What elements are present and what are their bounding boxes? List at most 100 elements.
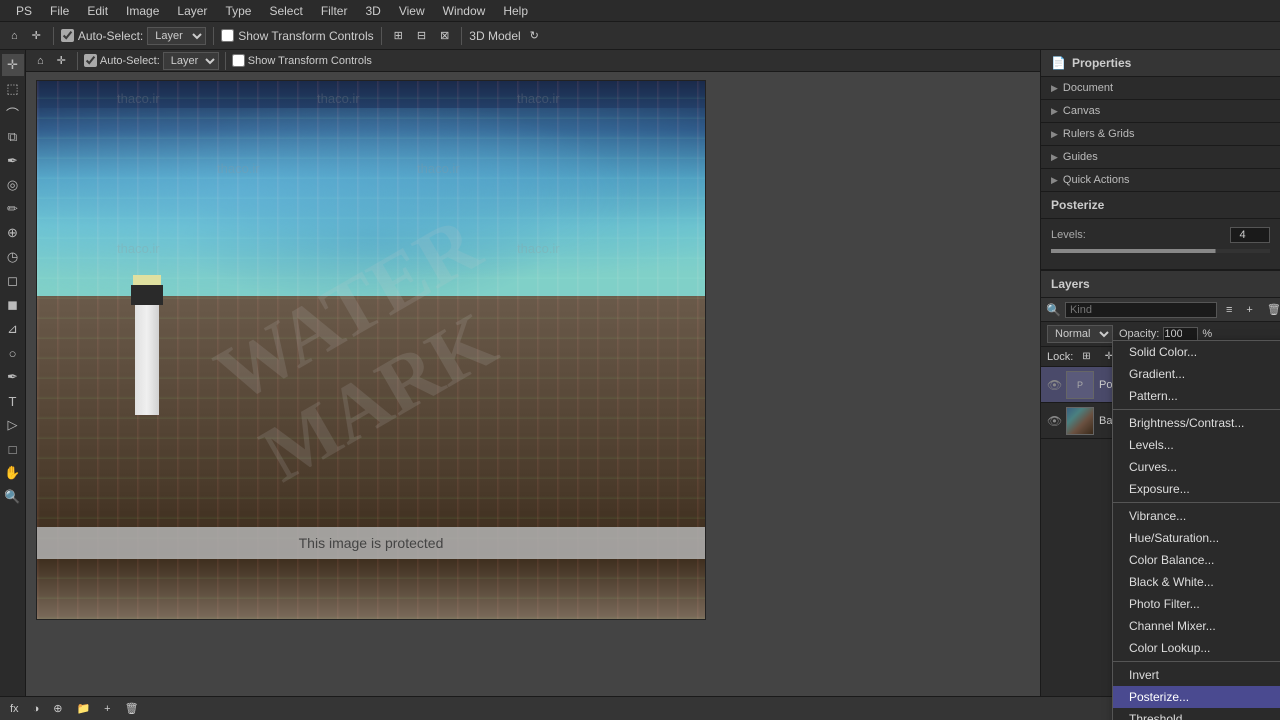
clone-tool[interactable]: ⊕ [2, 222, 24, 244]
auto-select-checkbox[interactable] [61, 29, 74, 42]
posterize-title: Posterize [1051, 198, 1104, 212]
layers-delete-btn[interactable]: 🗑 [1262, 301, 1280, 318]
blend-mode-select[interactable]: Normal Multiply Screen Overlay [1047, 325, 1113, 343]
move-tool[interactable]: ✛ [2, 54, 24, 76]
layers-search-icon: 🔍 [1046, 303, 1061, 317]
eraser-tool[interactable]: ◻ [2, 270, 24, 292]
menu-hue-saturation[interactable]: Hue/Saturation... [1113, 527, 1280, 549]
inner-home-btn[interactable]: ⌂ [32, 53, 49, 69]
menu-levels[interactable]: Levels... [1113, 434, 1280, 456]
menu-color-balance[interactable]: Color Balance... [1113, 549, 1280, 571]
menu-pattern[interactable]: Pattern... [1113, 385, 1280, 407]
lasso-tool[interactable]: ⌒ [2, 102, 24, 124]
quick-actions-label: Quick Actions [1063, 174, 1130, 186]
inner-auto-select[interactable] [84, 54, 97, 67]
zoom-tool[interactable]: 🔍 [2, 486, 24, 508]
menu-gradient[interactable]: Gradient... [1113, 363, 1280, 385]
layer-group-btn[interactable]: 📁 [71, 700, 95, 717]
menu-threshold[interactable]: Threshold... [1113, 708, 1280, 720]
menu-photo-filter[interactable]: Photo Filter... [1113, 593, 1280, 615]
canvas-section-header[interactable]: ▶ Canvas [1041, 100, 1280, 122]
layer-mask-btn[interactable]: ◑ [28, 701, 45, 717]
gradient-tool[interactable]: ◼ [2, 294, 24, 316]
inner-auto-label: Auto-Select: [100, 55, 160, 67]
menu-ps[interactable]: PS [8, 2, 40, 20]
inner-transform-check[interactable] [232, 54, 245, 67]
path-tool[interactable]: ▷ [2, 414, 24, 436]
heal-tool[interactable]: ◎ [2, 174, 24, 196]
menu-edit[interactable]: Edit [79, 2, 116, 20]
layer-new-btn[interactable]: + [99, 701, 115, 717]
guides-label: Guides [1063, 151, 1098, 163]
menu-posterize[interactable]: Posterize... [1113, 686, 1280, 708]
menu-layer[interactable]: Layer [169, 2, 215, 20]
menu-black-white[interactable]: Black & White... [1113, 571, 1280, 593]
levels-input[interactable] [1230, 227, 1270, 243]
align-left-btn[interactable]: ⊞ [389, 27, 408, 44]
dropdown-divider-3 [1113, 661, 1280, 662]
align-right-btn[interactable]: ⊠ [435, 27, 454, 44]
menu-select[interactable]: Select [261, 2, 310, 20]
dropdown-divider-2 [1113, 502, 1280, 503]
layer-fx-btn[interactable]: fx [5, 701, 24, 717]
main-toolbar: ⌂ ✛ Auto-Select: Layer Group Show Transf… [0, 22, 1280, 50]
history-tool[interactable]: ◷ [2, 246, 24, 268]
guides-section-header[interactable]: ▶ Guides [1041, 146, 1280, 168]
canvas-area[interactable]: ⌂ ✛ Auto-Select: Layer Show Transform Co… [26, 50, 1040, 720]
menu-help[interactable]: Help [495, 2, 536, 20]
properties-icon: 📄 [1051, 56, 1066, 70]
layer-eye-posterize[interactable]: 👁 [1047, 378, 1061, 392]
menu-channel-mixer[interactable]: Channel Mixer... [1113, 615, 1280, 637]
menu-exposure[interactable]: Exposure... [1113, 478, 1280, 500]
type-tool[interactable]: T [2, 390, 24, 412]
opacity-input[interactable] [1163, 327, 1198, 341]
menu-color-lookup[interactable]: Color Lookup... [1113, 637, 1280, 659]
align-center-btn[interactable]: ⊟ [412, 27, 431, 44]
layer-adj-btn[interactable]: ⊕ [48, 700, 67, 717]
selection-tool[interactable]: ⬚ [2, 78, 24, 100]
quick-actions-header[interactable]: ▶ Quick Actions [1041, 169, 1280, 191]
transform-controls-label: Show Transform Controls [238, 29, 373, 43]
inner-layer-select[interactable]: Layer [163, 52, 219, 70]
menu-window[interactable]: Window [435, 2, 494, 20]
menu-curves[interactable]: Curves... [1113, 456, 1280, 478]
brush-tool[interactable]: ✏ [2, 198, 24, 220]
menu-brightness-contrast[interactable]: Brightness/Contrast... [1113, 412, 1280, 434]
tools-panel: ✛ ⬚ ⌒ ⧉ ✒ ◎ ✏ ⊕ ◷ ◻ ◼ ⊿ ○ ✒ T ▷ □ ✋ 🔍 [0, 50, 26, 720]
inner-move-btn[interactable]: ✛ [52, 52, 71, 69]
menu-invert[interactable]: Invert [1113, 664, 1280, 686]
auto-select-dropdown[interactable]: Layer Group [147, 27, 206, 45]
menu-solid-color[interactable]: Solid Color... [1113, 341, 1280, 363]
eyedropper-tool[interactable]: ✒ [2, 150, 24, 172]
document-section-header[interactable]: ▶ Document [1041, 77, 1280, 99]
transform-controls-checkbox[interactable] [221, 29, 234, 42]
layers-filter-btn[interactable]: ≡ [1221, 302, 1237, 318]
menu-image[interactable]: Image [118, 2, 167, 20]
lighthouse-top [131, 285, 163, 305]
dodge-tool[interactable]: ○ [2, 342, 24, 364]
menu-file[interactable]: File [42, 2, 77, 20]
menu-view[interactable]: View [391, 2, 433, 20]
rulers-section-header[interactable]: ▶ Rulers & Grids [1041, 123, 1280, 145]
pen-tool[interactable]: ✒ [2, 366, 24, 388]
menu-filter[interactable]: Filter [313, 2, 356, 20]
move-tool-btn[interactable]: ✛ [27, 27, 46, 44]
blur-tool[interactable]: ⊿ [2, 318, 24, 340]
layers-search-input[interactable] [1065, 302, 1217, 318]
layers-toolbar: 🔍 ≡ + 🗑 [1041, 298, 1280, 322]
layer-eye-bg[interactable]: 👁 [1047, 414, 1061, 428]
layer-del-btn[interactable]: 🗑 [120, 700, 144, 717]
rotate-3d-btn[interactable]: ↻ [525, 27, 544, 44]
home-btn[interactable]: ⌂ [6, 28, 23, 44]
crop-tool[interactable]: ⧉ [2, 126, 24, 148]
lock-pixel-btn[interactable]: ⊞ [1077, 349, 1095, 364]
menu-type[interactable]: Type [217, 2, 259, 20]
properties-title: Properties [1072, 56, 1131, 70]
menu-3d[interactable]: 3D [357, 2, 388, 20]
menu-vibrance[interactable]: Vibrance... [1113, 505, 1280, 527]
layers-add-btn[interactable]: + [1241, 302, 1257, 318]
levels-slider[interactable] [1051, 249, 1270, 253]
shape-tool[interactable]: □ [2, 438, 24, 460]
hand-tool[interactable]: ✋ [2, 462, 24, 484]
rulers-section: ▶ Rulers & Grids [1041, 123, 1280, 146]
